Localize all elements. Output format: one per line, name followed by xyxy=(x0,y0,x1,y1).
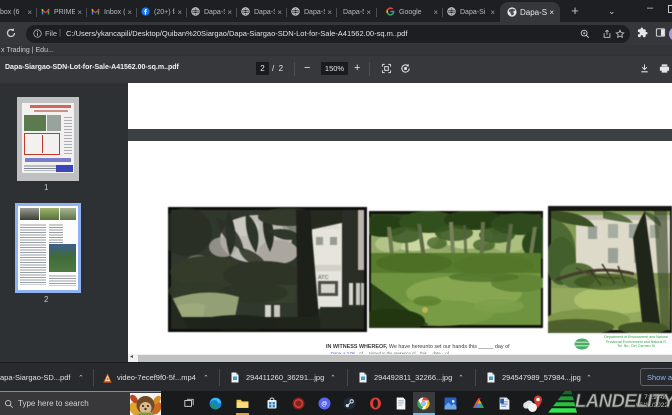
svg-text:LANDELITY: LANDELITY xyxy=(575,390,672,411)
svg-text:@: @ xyxy=(321,402,327,408)
